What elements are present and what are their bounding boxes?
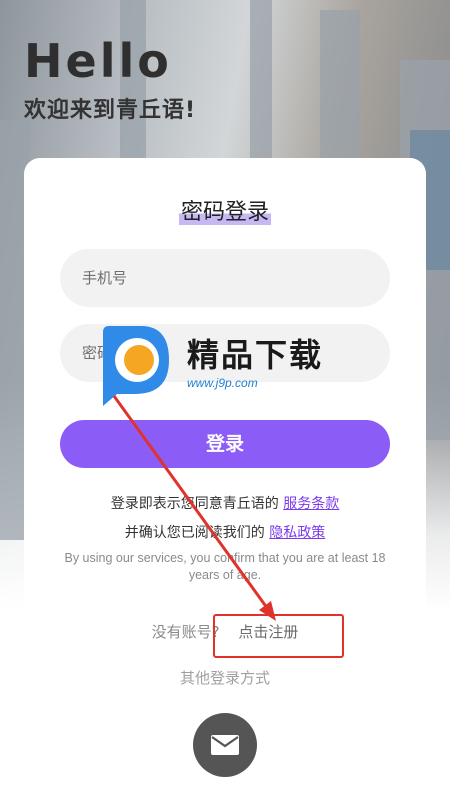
email-login-button[interactable] [193, 713, 257, 777]
watermark-logo-icon [103, 326, 169, 406]
other-login-label: 其他登录方式 [179, 669, 270, 687]
watermark-brand: 精品下载 [187, 336, 324, 374]
mail-icon [211, 735, 239, 755]
no-account-text: 没有账号? [151, 623, 220, 641]
watermark: 精品下载 www.j9p.com [95, 322, 355, 408]
watermark-url: www.j9p.com [187, 376, 258, 390]
privacy-policy-link[interactable]: 隐私政策 [269, 525, 325, 541]
hello-heading: Hello [24, 34, 172, 88]
privacy-text: 并确认您已阅读我们的 [124, 525, 265, 541]
login-title: 密码登录 [178, 200, 271, 225]
phone-input[interactable] [60, 249, 390, 307]
age-notice: By using our services, you confirm that … [64, 551, 386, 582]
terms-text: 登录即表示您同意青丘语的 [110, 496, 279, 512]
terms-of-service-link[interactable]: 服务条款 [283, 496, 339, 512]
welcome-subtitle: 欢迎来到青丘语! [24, 98, 197, 123]
annotation-highlight-box [213, 614, 344, 658]
terms-line: 登录即表示您同意青丘语的 服务条款 [24, 493, 426, 513]
privacy-line: 并确认您已阅读我们的 隐私政策 [24, 522, 426, 542]
login-button[interactable]: 登录 [60, 420, 390, 468]
